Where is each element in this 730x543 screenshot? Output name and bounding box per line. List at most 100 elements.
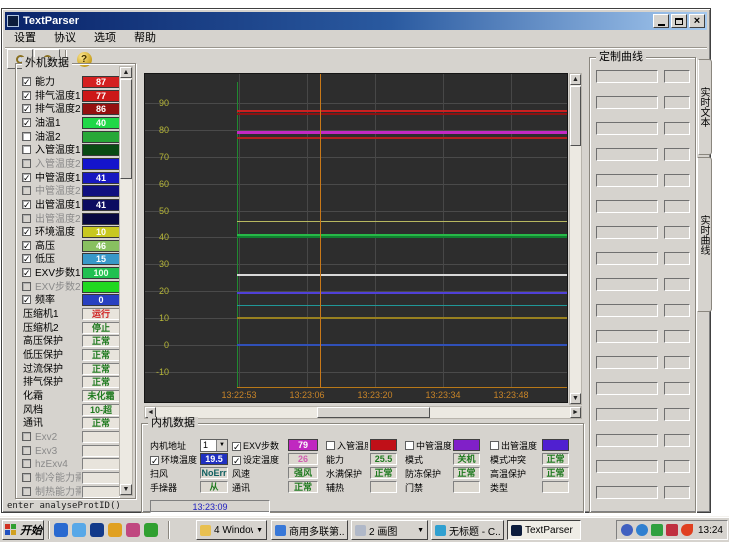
curve-value-field[interactable] [664,226,690,239]
chart-series-line [237,292,567,294]
restore-button[interactable] [671,14,687,28]
curve-value-field[interactable] [664,330,690,343]
curve-select-field[interactable] [596,96,658,109]
checkbox-低压[interactable]: ✓ [22,254,31,263]
tray-flashget-icon[interactable] [681,524,693,536]
checkbox-环境温度[interactable]: ✓ [150,456,159,465]
checkbox-EXV步数[interactable]: ✓ [232,442,241,451]
curve-value-field[interactable] [664,96,690,109]
curve-value-field[interactable] [664,122,690,135]
scroll-right-icon[interactable]: ► [570,407,581,418]
tray-antivirus-icon[interactable] [651,524,663,536]
curve-value-field[interactable] [664,434,690,447]
outdoor-scrollbar[interactable]: ▲ ▼ [119,66,133,496]
tray-network-icon[interactable] [636,524,648,536]
tray-messenger-icon[interactable] [666,524,678,536]
chevron-down-icon[interactable]: ▼ [414,527,424,534]
scroll-up-icon[interactable]: ▲ [120,67,132,78]
chevron-down-icon[interactable]: ▼ [216,440,227,451]
curve-select-field[interactable] [596,434,658,447]
tray-printer-icon[interactable] [621,524,633,536]
curve-value-field[interactable] [664,174,690,187]
curve-select-field[interactable] [596,460,658,473]
titlebar[interactable]: TextParser × [5,12,707,30]
curve-select-field[interactable] [596,226,658,239]
indoor-address-dropdown[interactable]: 1▼ [200,439,228,452]
curve-select-field[interactable] [596,356,658,369]
scroll-up-icon[interactable]: ▲ [570,74,581,85]
chevron-down-icon[interactable]: ▼ [253,527,263,534]
curve-value-field[interactable] [664,200,690,213]
checkbox-油温1[interactable]: ✓ [22,118,31,127]
curve-select-field[interactable] [596,122,658,135]
quick-launch-icon-2[interactable] [72,523,86,537]
trend-chart[interactable]: 9080706050403020100-1013:22:5313:23:0613… [144,73,568,403]
curve-value-field[interactable] [664,278,690,291]
chart-vscrollbar[interactable]: ▲ ▼ [569,73,582,405]
gridline-h [145,157,567,158]
checkbox-排气温度2[interactable]: ✓ [22,104,31,113]
time-cursor[interactable] [320,74,321,388]
checkbox-中管温度1[interactable]: ✓ [22,173,31,182]
quick-launch-icon-3[interactable] [90,523,104,537]
scroll-down-icon[interactable]: ▼ [570,393,581,404]
taskbar-task-4 Windows...[interactable]: 4 Windows...▼ [196,520,267,540]
quick-launch-icon-1[interactable] [54,523,68,537]
menu-item-设置[interactable]: 设置 [5,31,45,46]
curve-value-field[interactable] [664,148,690,161]
curve-select-field[interactable] [596,330,658,343]
curve-select-field[interactable] [596,408,658,421]
curve-select-field[interactable] [596,200,658,213]
close-button[interactable]: × [689,14,705,28]
quick-launch-icon-5[interactable] [126,523,140,537]
tab-实时曲线[interactable]: 实时曲线 [697,157,712,312]
outdoor-row: 制冷能力需求1 [20,472,120,485]
checkbox-出管温度1[interactable]: ✓ [22,200,31,209]
curve-value-field[interactable] [664,356,690,369]
checkbox-设定温度[interactable]: ✓ [232,456,241,465]
curve-select-field[interactable] [596,174,658,187]
checkbox-油温2[interactable] [22,132,31,141]
curve-value-field[interactable] [664,252,690,265]
menu-item-帮助[interactable]: 帮助 [125,31,165,46]
curve-value-field[interactable] [664,460,690,473]
quick-launch-icon-6[interactable] [144,523,158,537]
checkbox-入管温度1[interactable] [22,145,31,154]
quick-launch-icon-4[interactable] [108,523,122,537]
minimize-button[interactable] [653,14,669,28]
checkbox-能力[interactable]: ✓ [22,77,31,86]
curve-value-field[interactable] [664,304,690,317]
curve-select-field[interactable] [596,486,658,499]
scroll-thumb[interactable] [120,79,132,179]
taskbar-task-TextParser[interactable]: TextParser [507,520,581,540]
checkbox-频率[interactable]: ✓ [22,295,31,304]
curve-select-field[interactable] [596,148,658,161]
scroll-thumb[interactable] [317,407,430,418]
curve-select-field[interactable] [596,278,658,291]
start-button[interactable]: 开始 [2,520,44,540]
taskbar-task-2 画图[interactable]: 2 画图▼ [351,520,428,540]
menu-item-协议[interactable]: 协议 [45,31,85,46]
taskbar-task-无标题 - C...[interactable]: 无标题 - C... [431,520,504,540]
curve-value-field[interactable] [664,70,690,83]
curve-select-field[interactable] [596,252,658,265]
taskbar-task-商用多联第...[interactable]: 商用多联第... [271,520,348,540]
checkbox-EXV步数1[interactable]: ✓ [22,268,31,277]
curve-value-field[interactable] [664,382,690,395]
tab-实时文本[interactable]: 实时文本 [698,59,712,155]
checkbox-环境温度[interactable]: ✓ [22,227,31,236]
checkbox-高压[interactable]: ✓ [22,241,31,250]
curve-select-field[interactable] [596,70,658,83]
scroll-thumb[interactable] [570,86,581,146]
curve-select-field[interactable] [596,304,658,317]
checkbox-出管温度[interactable] [490,441,499,450]
scroll-down-icon[interactable]: ▼ [120,484,132,495]
menu-item-选项[interactable]: 选项 [85,31,125,46]
checkbox-中管温度[interactable] [405,441,414,450]
checkbox-入管温度[interactable] [326,441,335,450]
curve-select-field[interactable] [596,382,658,395]
chart-hscrollbar[interactable]: ◄ ► [144,406,582,419]
curve-value-field[interactable] [664,486,690,499]
curve-value-field[interactable] [664,408,690,421]
checkbox-排气温度1[interactable]: ✓ [22,91,31,100]
